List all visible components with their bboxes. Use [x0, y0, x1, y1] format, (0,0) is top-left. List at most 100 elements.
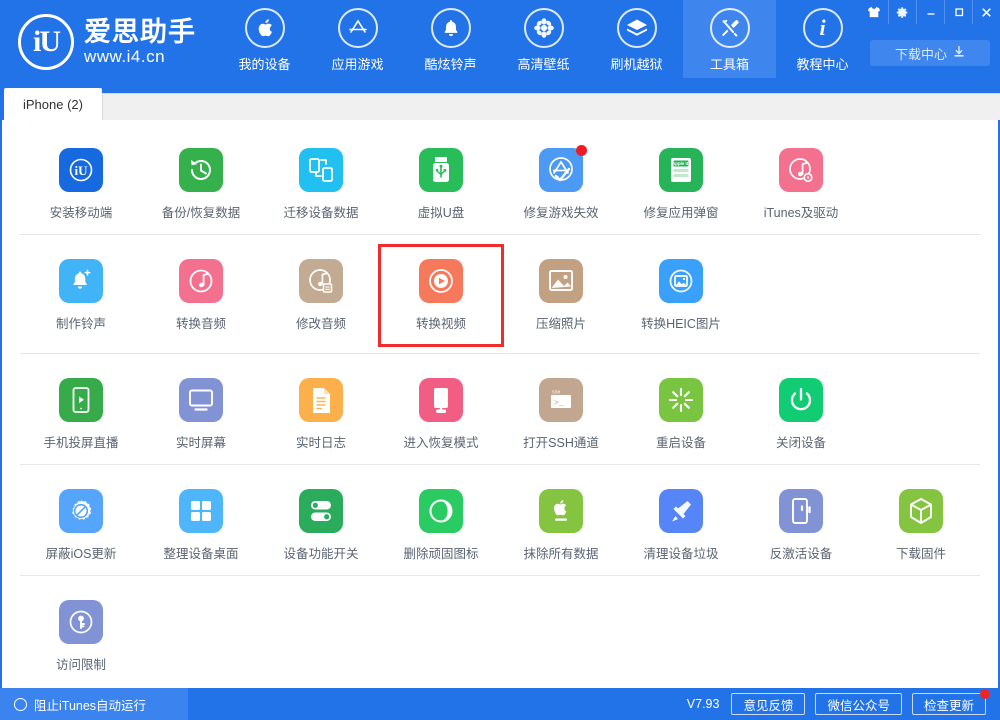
download-icon: [953, 45, 965, 61]
usb-drive-icon: [419, 148, 463, 192]
feedback-button[interactable]: 意见反馈: [731, 693, 805, 715]
minimize-icon[interactable]: [916, 0, 944, 24]
tool-label: 设备功能开关: [283, 543, 358, 562]
tool-label: 安装移动端: [50, 202, 113, 221]
tool-feature-toggle[interactable]: 设备功能开关: [261, 483, 381, 566]
tool-compress-photo[interactable]: 压缩照片: [501, 253, 621, 344]
tool-deactivate-device[interactable]: 反激活设备: [741, 483, 861, 566]
check-update-button[interactable]: 检查更新: [912, 693, 986, 715]
tool-label: 抹除所有数据: [523, 543, 598, 562]
brand-url: www.i4.cn: [84, 48, 196, 66]
block-itunes-toggle[interactable]: 阻止iTunes自动运行: [0, 688, 188, 720]
tool-label: 实时屏幕: [176, 432, 226, 451]
tool-realtime-log[interactable]: 实时日志: [261, 372, 381, 455]
notification-badge: [576, 145, 587, 156]
tool-label: 虚拟U盘: [418, 202, 465, 221]
device-tab-strip: iPhone (2): [0, 88, 1000, 120]
tool-migrate-device[interactable]: 迁移设备数据: [261, 142, 381, 225]
tool-label: 整理设备桌面: [163, 543, 238, 562]
tool-remove-stubborn-icon[interactable]: 删除顽固图标: [381, 483, 501, 566]
i4-app-icon: iU: [59, 148, 103, 192]
tool-label: 修改音频: [296, 313, 346, 332]
nav-item-ringtones[interactable]: 酷炫铃声: [404, 0, 497, 78]
tool-label: 反激活设备: [770, 543, 833, 562]
tool-label: 进入恢复模式: [403, 432, 478, 451]
nav-label: 应用游戏: [331, 54, 383, 73]
erase-all-data-icon: [539, 489, 583, 533]
tool-erase-all-data[interactable]: 抹除所有数据: [501, 483, 621, 566]
flower-icon: [524, 8, 564, 48]
svg-text:Apple ID: Apple ID: [672, 161, 690, 166]
shutdown-device-icon: [779, 378, 823, 422]
brand-logo-area: iU 爱思助手 www.i4.cn: [18, 14, 196, 70]
nav-label: 教程中心: [796, 54, 848, 73]
tool-convert-audio[interactable]: 转换音频: [141, 253, 261, 344]
app-footer: 阻止iTunes自动运行 V7.93 意见反馈 微信公众号 检查更新: [0, 688, 1000, 720]
i4-logo-icon: iU: [18, 14, 74, 70]
tab-strip-filler: [102, 93, 1000, 120]
update-badge: [980, 689, 990, 699]
tool-convert-heic[interactable]: 转换HEIC图片: [621, 253, 741, 344]
footer-actions: V7.93 意见反馈 微信公众号 检查更新: [687, 693, 1000, 715]
tool-label: 打开SSH通道: [523, 432, 599, 451]
close-icon[interactable]: [972, 0, 1000, 24]
tool-install-mobile[interactable]: iU 安装移动端: [21, 142, 141, 225]
tool-edit-audio[interactable]: 修改音频: [261, 253, 381, 344]
nav-item-flash-jailbreak[interactable]: 刷机越狱: [590, 0, 683, 78]
tool-ssh-tunnel[interactable]: SSH >_ 打开SSH通道: [501, 372, 621, 455]
maximize-icon[interactable]: [944, 0, 972, 24]
convert-video-icon: [419, 259, 463, 303]
tool-itunes-driver[interactable]: iTunes及驱动: [741, 142, 861, 225]
main-navigation: 我的设备 应用游戏 酷炫铃声: [218, 0, 869, 88]
tool-recovery-mode[interactable]: 进入恢复模式: [381, 372, 501, 455]
tool-label: 修复游戏失效: [523, 202, 598, 221]
tool-convert-video[interactable]: 转换视频: [381, 247, 501, 344]
realtime-screen-icon: [179, 378, 223, 422]
tool-organize-desktop[interactable]: 整理设备桌面: [141, 483, 261, 566]
nav-item-tutorials[interactable]: i 教程中心: [776, 0, 869, 78]
tool-label: 转换音频: [176, 313, 226, 332]
recovery-mode-icon: [419, 378, 463, 422]
nav-item-my-device[interactable]: 我的设备: [218, 0, 311, 78]
tool-download-firmware[interactable]: 下载固件: [861, 483, 981, 566]
tab-iphone[interactable]: iPhone (2): [4, 88, 102, 120]
tool-screen-cast[interactable]: 手机投屏直播: [21, 372, 141, 455]
toolbox-row-5: 访问限制: [2, 576, 998, 687]
svg-text:SSH: SSH: [552, 390, 561, 396]
tool-shutdown-device[interactable]: 关闭设备: [741, 372, 861, 455]
wechat-button[interactable]: 微信公众号: [815, 693, 902, 715]
tool-fix-game[interactable]: 修复游戏失效: [501, 142, 621, 225]
tool-label: 迁移设备数据: [283, 202, 358, 221]
tool-reboot-device[interactable]: 重启设备: [621, 372, 741, 455]
tool-clean-junk[interactable]: 清理设备垃圾: [621, 483, 741, 566]
organize-desktop-icon: [179, 489, 223, 533]
tool-virtual-usb[interactable]: 虚拟U盘: [381, 142, 501, 225]
tool-fix-app-popup[interactable]: Apple ID 修复应用弹窗: [621, 142, 741, 225]
nav-label: 我的设备: [238, 54, 290, 73]
tool-label: 修复应用弹窗: [643, 202, 718, 221]
tool-make-ringtone[interactable]: 制作铃声: [21, 253, 141, 344]
tool-access-restriction[interactable]: 访问限制: [21, 594, 141, 677]
nav-item-toolbox[interactable]: 工具箱: [683, 0, 776, 78]
nav-item-apps-games[interactable]: 应用游戏: [311, 0, 404, 78]
nav-label: 酷炫铃声: [424, 54, 476, 73]
shirt-icon[interactable]: [860, 0, 888, 24]
gear-icon[interactable]: [888, 0, 916, 24]
window-controls: [860, 0, 1000, 24]
compress-photo-icon: [539, 259, 583, 303]
nav-item-wallpapers[interactable]: 高清壁纸: [497, 0, 590, 78]
download-center-button[interactable]: 下载中心: [870, 40, 990, 66]
block-itunes-label: 阻止iTunes自动运行: [34, 695, 146, 714]
radio-icon: [14, 698, 27, 711]
app-window: iU 爱思助手 www.i4.cn 我的设备 应用游: [0, 0, 1000, 720]
check-update-label: 检查更新: [924, 695, 974, 714]
apple-icon: [245, 8, 285, 48]
tool-label: 清理设备垃圾: [643, 543, 718, 562]
tool-label: 访问限制: [56, 654, 106, 673]
tool-backup-restore[interactable]: 备份/恢复数据: [141, 142, 261, 225]
tool-label: 下载固件: [896, 543, 946, 562]
make-ringtone-icon: [59, 259, 103, 303]
tools-icon: [710, 8, 750, 48]
tool-block-ios-update[interactable]: 屏蔽iOS更新: [21, 483, 141, 566]
tool-realtime-screen[interactable]: 实时屏幕: [141, 372, 261, 455]
